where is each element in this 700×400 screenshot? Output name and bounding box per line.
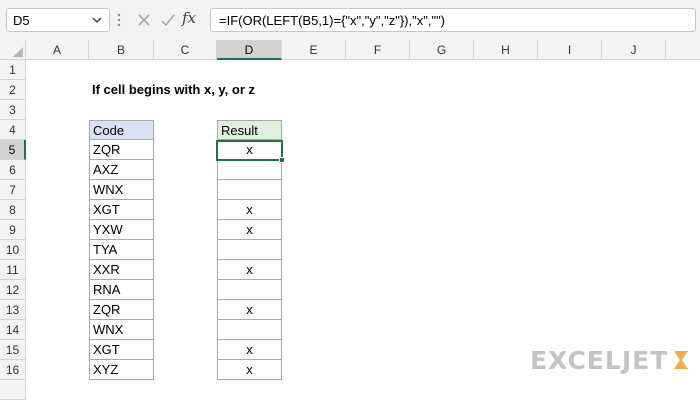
code-cell[interactable]: AXZ <box>89 160 154 180</box>
code-cell[interactable]: XYZ <box>89 360 154 380</box>
row-header-5[interactable]: 5 <box>0 140 26 160</box>
result-cell[interactable] <box>217 180 282 200</box>
column-header-d[interactable]: D <box>217 40 282 60</box>
column-header-j[interactable]: J <box>602 40 666 60</box>
fill-handle[interactable] <box>279 157 285 163</box>
column-header-partial[interactable] <box>666 40 700 60</box>
column-header-h[interactable]: H <box>474 40 538 60</box>
code-cell[interactable]: RNA <box>89 280 154 300</box>
confirm-icon[interactable] <box>160 12 176 28</box>
row-header-10[interactable]: 10 <box>0 240 26 260</box>
result-header[interactable]: Result <box>217 120 282 140</box>
result-cell[interactable] <box>217 240 282 260</box>
result-cell[interactable] <box>217 280 282 300</box>
sheet-title[interactable]: If cell begins with x, y, or z <box>92 80 255 100</box>
column-header-g[interactable]: G <box>410 40 474 60</box>
row-header-11[interactable]: 11 <box>0 260 26 280</box>
exceljet-logo: EXCELJET <box>530 344 690 376</box>
column-header-c[interactable]: C <box>154 40 217 60</box>
code-cell[interactable]: ZQR <box>89 140 154 160</box>
result-cell[interactable]: x <box>217 200 282 220</box>
row-header-12[interactable]: 12 <box>0 280 26 300</box>
name-box[interactable]: D5 <box>6 8 110 32</box>
formula-bar: D5 fx =IF(OR(LEFT(B5,1)={"x","y","z"}),"… <box>0 0 700 40</box>
result-cell[interactable]: x <box>217 220 282 240</box>
row-header-6[interactable]: 6 <box>0 160 26 180</box>
row-header-13[interactable]: 13 <box>0 300 26 320</box>
formula-text: =IF(OR(LEFT(B5,1)={"x","y","z"}),"x","") <box>219 13 446 28</box>
code-cell[interactable]: WNX <box>89 180 154 200</box>
row-header-4[interactable]: 4 <box>0 120 26 140</box>
row-header-7[interactable]: 7 <box>0 180 26 200</box>
result-cell[interactable]: x <box>217 300 282 320</box>
code-cell[interactable]: XGT <box>89 200 154 220</box>
row-header-15[interactable]: 15 <box>0 340 26 360</box>
code-cell[interactable]: WNX <box>89 320 154 340</box>
formula-input[interactable]: =IF(OR(LEFT(B5,1)={"x","y","z"}),"x","") <box>210 8 696 32</box>
name-box-value: D5 <box>13 13 30 28</box>
result-cell[interactable] <box>217 160 282 180</box>
row-header-2[interactable]: 2 <box>0 80 26 100</box>
code-cell[interactable]: YXW <box>89 220 154 240</box>
formula-controls: fx <box>130 8 202 32</box>
code-cell[interactable]: XXR <box>89 260 154 280</box>
result-cell[interactable] <box>217 320 282 340</box>
row-header-9[interactable]: 9 <box>0 220 26 240</box>
column-header-i[interactable]: I <box>538 40 602 60</box>
result-cell[interactable]: x <box>217 360 282 380</box>
code-cell[interactable]: XGT <box>89 340 154 360</box>
chevron-down-icon[interactable] <box>89 11 105 29</box>
active-cell-border <box>216 140 283 161</box>
select-all-corner[interactable] <box>0 40 26 60</box>
result-cell[interactable]: x <box>217 260 282 280</box>
row-header-14[interactable]: 14 <box>0 320 26 340</box>
column-header-a[interactable]: A <box>26 40 89 60</box>
row-header-16[interactable]: 16 <box>0 360 26 380</box>
more-options-icon[interactable] <box>114 12 124 28</box>
row-header-8[interactable]: 8 <box>0 200 26 220</box>
code-cell[interactable]: ZQR <box>89 300 154 320</box>
select-all-icon <box>13 47 23 57</box>
column-header-b[interactable]: B <box>89 40 154 60</box>
logo-text: EXCELJET <box>530 345 669 375</box>
column-header-f[interactable]: F <box>346 40 410 60</box>
row-header-3[interactable]: 3 <box>0 100 26 120</box>
cancel-icon[interactable] <box>136 12 152 28</box>
logo-mark-icon <box>674 351 689 369</box>
row-header-1[interactable]: 1 <box>0 60 26 80</box>
row-header-partial[interactable] <box>0 380 26 400</box>
insert-function-icon[interactable]: fx <box>182 9 196 27</box>
code-cell[interactable]: TYA <box>89 240 154 260</box>
code-header[interactable]: Code <box>89 120 154 140</box>
result-cell[interactable]: x <box>217 340 282 360</box>
column-header-e[interactable]: E <box>282 40 346 60</box>
